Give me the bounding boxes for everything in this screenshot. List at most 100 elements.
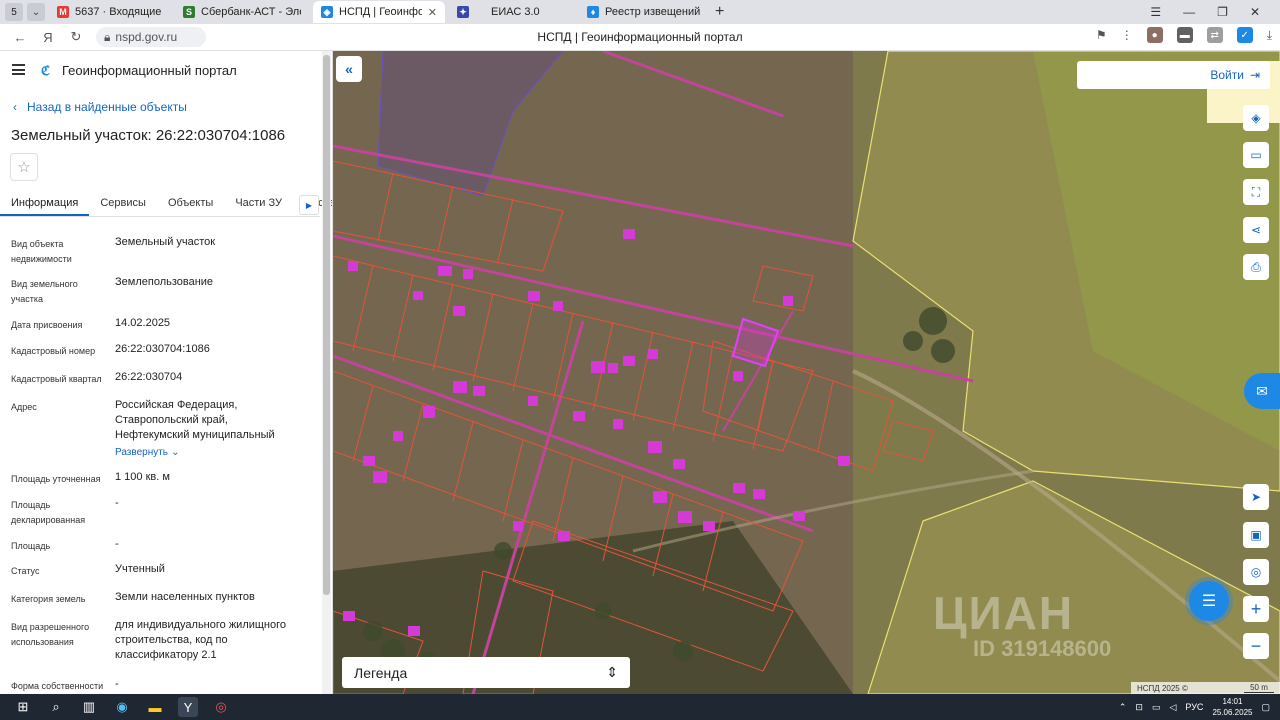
map-attribution: НСПД 2025 © 50 m	[1131, 682, 1280, 694]
tab-count-badge[interactable]: 5	[5, 3, 23, 21]
property-label: Вид объекта недвижимости	[11, 239, 72, 264]
ruler-icon: ▭	[1250, 148, 1262, 162]
property-label: Площадь уточненная	[11, 474, 101, 484]
tab-information[interactable]: Информация	[0, 193, 90, 216]
tab-title: 5637 · Входящие — Яндекс	[75, 6, 163, 18]
network-icon[interactable]: ⊡	[1135, 702, 1143, 713]
browser-tab-registry[interactable]: ♦ Реестр извещений	[579, 1, 709, 23]
object-info-panel: ℭ Геоинформационный портал ‹ Назад в най…	[0, 51, 333, 694]
close-icon[interactable]: ✕	[428, 6, 437, 19]
close-window-icon[interactable]: ✕	[1250, 5, 1260, 19]
more-icon[interactable]: ⋮	[1121, 28, 1133, 42]
layers-button[interactable]: ◈	[1243, 105, 1269, 131]
property-value: Земельный участок	[115, 236, 216, 248]
language-indicator[interactable]: РУС	[1185, 702, 1203, 712]
edge-icon[interactable]: ◉	[112, 697, 132, 717]
extension-icon[interactable]: ●	[1146, 27, 1163, 43]
support-chat-tab[interactable]: ✉	[1244, 373, 1280, 409]
geolocation-button[interactable]: ➤	[1243, 484, 1269, 510]
reload-icon[interactable]: ↻	[68, 29, 84, 45]
property-label: Вид разрешенного использования	[11, 622, 90, 647]
extension-icon[interactable]: ✓	[1236, 27, 1253, 43]
yandex-browser-icon[interactable]: Y	[178, 697, 198, 717]
panel-scrollbar[interactable]	[322, 51, 331, 694]
browser-tab-mail[interactable]: M 5637 · Входящие — Яндекс	[49, 1, 171, 23]
collapse-panel-button[interactable]: «	[336, 56, 362, 82]
extension-icon[interactable]: ⇄	[1206, 27, 1223, 43]
plus-icon: +	[1250, 598, 1262, 619]
app-icon[interactable]: ◎	[211, 697, 231, 717]
file-explorer-icon[interactable]: ▬	[145, 697, 165, 717]
property-label: Статус	[11, 566, 40, 576]
sort-arrows-icon: ⇕	[606, 664, 618, 680]
volume-icon[interactable]: ◁	[1169, 702, 1176, 713]
tab-title: НСПД | Геоинформаци	[339, 6, 422, 18]
menu-icon[interactable]: ☰	[1150, 5, 1161, 19]
info-tabs: Информация Сервисы Объекты Части ЗУ Сост…	[0, 193, 332, 217]
battery-icon[interactable]: ▭	[1152, 702, 1161, 713]
back-to-results-link[interactable]: ‹ Назад в найденные объекты	[13, 100, 187, 114]
back-link-label: Назад в найденные объекты	[27, 100, 187, 114]
window-controls: ☰ — ❐ ✕	[1150, 0, 1280, 24]
browser-tab-strip: 5 ⌄ M 5637 · Входящие — Яндекс S Сбербан…	[0, 0, 1280, 24]
favorite-button[interactable]: ☆	[10, 153, 38, 181]
minimap-icon: ▣	[1250, 528, 1262, 542]
windows-start-icon[interactable]: ⊞	[13, 697, 33, 717]
share-button[interactable]: ⋖	[1243, 217, 1269, 243]
tab-objects[interactable]: Объекты	[157, 193, 224, 216]
property-value: -	[115, 497, 119, 509]
property-label: Адрес	[11, 402, 37, 412]
print-button[interactable]: ⎙	[1243, 254, 1269, 280]
tab-parts[interactable]: Части ЗУ	[224, 193, 293, 216]
map-view[interactable]: ЦИАН ID 319148600 « Войти ⇥ ◈ ▭ ⛶ ⋖ ⎙ ✉ …	[333, 51, 1280, 694]
property-value: 26:22:030704:1086	[115, 343, 210, 355]
share-icon: ⋖	[1250, 223, 1262, 237]
legend-label: Легенда	[354, 664, 408, 681]
chevron-right-icon: ▶	[305, 200, 313, 210]
legend-dropdown[interactable]: Легенда ⇕	[342, 657, 630, 688]
back-arrow-icon[interactable]: ←	[12, 30, 28, 45]
select-area-button[interactable]: ⛶	[1243, 179, 1269, 205]
search-location-button[interactable]: ◎	[1243, 559, 1269, 585]
search-icon[interactable]: ⌕	[46, 697, 66, 717]
registry-icon: ♦	[587, 6, 599, 18]
chevron-up-icon[interactable]: ⌃	[1119, 702, 1127, 713]
minimap-button[interactable]: ▣	[1243, 522, 1269, 548]
zoom-in-button[interactable]: +	[1243, 596, 1269, 622]
bookmark-icon[interactable]: ⚑	[1096, 28, 1107, 42]
ruler-button[interactable]: ▭	[1243, 142, 1269, 168]
download-icon[interactable]: ⤓	[1267, 28, 1272, 43]
yandex-icon[interactable]: Я	[40, 30, 56, 45]
tab-services[interactable]: Сервисы	[89, 193, 157, 216]
extension-icon[interactable]: ▬	[1176, 27, 1193, 43]
browser-tab-sberbank[interactable]: S Сбербанк-АСТ - Электрон	[175, 1, 309, 23]
notifications-icon[interactable]: ▢	[1261, 702, 1270, 713]
property-label: Площадь	[11, 541, 51, 551]
expand-address-link[interactable]: Развернуть ⌄	[115, 445, 315, 460]
task-view-icon[interactable]: ▥	[79, 697, 99, 717]
sberbank-icon: S	[183, 6, 195, 18]
chevron-down-icon[interactable]: ⌄	[27, 3, 45, 21]
browser-tab-nspd[interactable]: ◈ НСПД | Геоинформаци ✕	[313, 1, 445, 23]
browser-tab-eias[interactable]: ✦ ЕИАС 3.0	[449, 1, 575, 23]
expand-link-label: Развернуть	[115, 447, 169, 458]
url-field[interactable]: 🔒︎ nspd.gov.ru	[96, 27, 206, 47]
scrollbar-thumb[interactable]	[323, 55, 330, 595]
chevron-left-icon: ‹	[13, 100, 17, 114]
restore-icon[interactable]: ❐	[1217, 5, 1228, 19]
property-value: Российская Федерация, Ставропольский кра…	[115, 399, 275, 441]
select-area-icon: ⛶	[1251, 184, 1261, 199]
new-tab-button[interactable]: +	[715, 3, 724, 21]
tabs-scroll-right-button[interactable]: ▶	[299, 195, 319, 215]
location-search-icon: ◎	[1250, 565, 1262, 579]
hamburger-menu-icon[interactable]	[12, 64, 25, 75]
minimize-icon[interactable]: —	[1183, 5, 1195, 19]
eias-icon: ✦	[457, 6, 469, 18]
chat-assistant-button[interactable]: ☰	[1189, 581, 1229, 621]
star-icon: ☆	[17, 159, 31, 176]
lock-icon: 🔒︎	[104, 29, 111, 44]
clock[interactable]: 14:01 25.06.2025	[1212, 696, 1252, 718]
login-button[interactable]: Войти ⇥	[1077, 61, 1270, 89]
double-chevron-left-icon: «	[345, 61, 353, 77]
zoom-out-button[interactable]: −	[1243, 633, 1269, 659]
